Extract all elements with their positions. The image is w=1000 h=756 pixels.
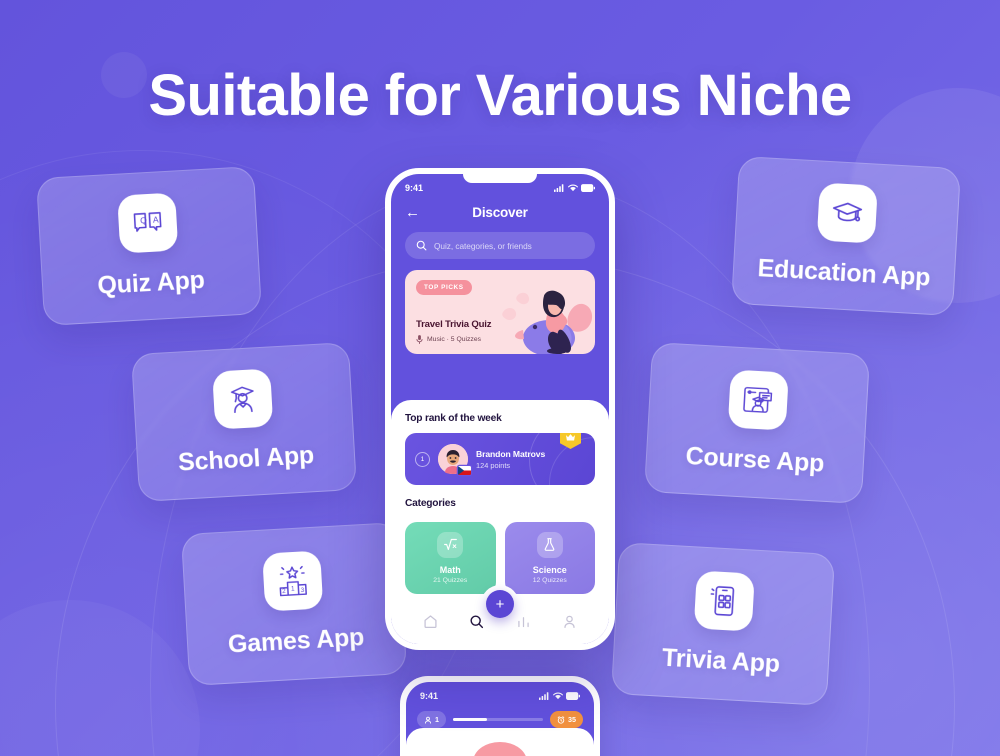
- category-name: Math: [439, 564, 461, 575]
- categories-list: Math 21 Quizzes Science 12 Quizzes: [405, 522, 595, 594]
- timer-badge: 35: [550, 711, 583, 728]
- phone-screen: 9:41 ← Discover Quiz, categories, or fri…: [391, 174, 609, 644]
- quiz-question-sheet: [406, 728, 594, 756]
- rank-position: 1: [415, 451, 430, 467]
- niche-label: Trivia App: [661, 643, 781, 679]
- page-title: Suitable for Various Niche: [148, 63, 852, 128]
- phone-mockup-quiz-play: 9:41 1 35: [400, 676, 600, 756]
- svg-text:Q: Q: [140, 215, 148, 225]
- graduate-student-icon: [212, 368, 274, 430]
- niche-label: Education App: [756, 254, 932, 292]
- square-root-icon: [437, 531, 464, 558]
- content-sheet: Top rank of the week 1 Brandon Matrovs 1…: [391, 400, 609, 644]
- status-time: 9:41: [405, 183, 424, 193]
- add-quiz-button[interactable]: +: [486, 590, 514, 618]
- niche-card-education[interactable]: Education App: [731, 155, 961, 317]
- niche-card-school[interactable]: School App: [131, 342, 357, 502]
- avatar: [438, 444, 471, 475]
- svg-text:3: 3: [301, 587, 305, 594]
- niche-card-course[interactable]: Course App: [643, 342, 871, 504]
- svg-text:2: 2: [282, 588, 286, 595]
- screen-title: Discover: [472, 204, 528, 220]
- czech-flag-icon: [458, 466, 471, 475]
- flask-icon: [536, 531, 563, 558]
- status-badge: TOP PICKS: [416, 280, 472, 295]
- wifi-icon: [553, 692, 563, 700]
- rank-section-title: Top rank of the week: [405, 413, 502, 424]
- phone-screen: 9:41 1 35: [406, 682, 594, 756]
- banner-illustration: [502, 290, 593, 354]
- phone-notch: [463, 174, 537, 183]
- nav-row: ← Discover: [391, 196, 609, 222]
- banner-meta: Music · 5 Quizzes: [416, 335, 481, 344]
- svg-text:1: 1: [291, 585, 295, 592]
- svg-text:A: A: [153, 214, 160, 224]
- category-name: Science: [532, 564, 567, 575]
- microphone-icon: [416, 335, 423, 344]
- players-count: 1: [435, 715, 439, 724]
- niche-card-quiz[interactable]: Q A Quiz App: [36, 166, 262, 326]
- niche-label: Games App: [227, 623, 365, 659]
- search-input[interactable]: Quiz, categories, or friends: [405, 232, 595, 259]
- person-icon: [425, 716, 431, 724]
- category-card-math[interactable]: Math 21 Quizzes: [405, 522, 496, 594]
- tab-profile[interactable]: [562, 614, 577, 634]
- alarm-icon: [557, 715, 565, 724]
- niche-label: School App: [177, 441, 315, 477]
- wifi-icon: [568, 184, 578, 192]
- status-bar: 9:41: [406, 682, 594, 704]
- battery-icon: [566, 692, 580, 700]
- categories-section-title: Categories: [405, 498, 456, 509]
- phone-mockup-discover: 9:41 ← Discover Quiz, categories, or fri…: [385, 168, 615, 650]
- mobile-quiz-icon: [693, 570, 755, 632]
- category-quizzes: 21 Quizzes: [433, 577, 468, 585]
- search-icon: [416, 240, 427, 251]
- search-placeholder: Quiz, categories, or friends: [434, 240, 532, 251]
- category-card-science[interactable]: Science 12 Quizzes: [504, 522, 595, 594]
- top-picks-banner[interactable]: TOP PICKS Travel Trivia Quiz Music · 5 Q…: [405, 270, 595, 354]
- online-lesson-icon: [727, 369, 789, 431]
- quiz-play-header: 1 35: [406, 711, 594, 728]
- battery-icon: [581, 184, 595, 192]
- niche-label: Quiz App: [96, 265, 206, 300]
- rank-card[interactable]: 1 Brandon Matrovs 124 points: [405, 433, 595, 485]
- signal-bars-icon: [554, 184, 564, 192]
- banner-title: Travel Trivia Quiz: [416, 319, 492, 330]
- podium-star-icon: 2 1 3: [262, 550, 324, 612]
- graduation-cap-icon: [816, 182, 878, 244]
- question-illustration: [473, 742, 527, 756]
- banner-meta-text: Music · 5 Quizzes: [427, 336, 482, 343]
- players-count-badge: 1: [417, 711, 446, 728]
- tab-search[interactable]: [469, 614, 484, 634]
- signal-bars-icon: [539, 692, 549, 700]
- status-time: 9:41: [420, 691, 439, 701]
- timer-value: 35: [568, 715, 576, 724]
- niche-card-trivia[interactable]: Trivia App: [610, 542, 836, 706]
- category-quizzes: 12 Quizzes: [532, 577, 567, 585]
- tab-home[interactable]: [423, 614, 438, 634]
- quiz-progress-bar: [453, 717, 543, 722]
- niche-label: Course App: [684, 442, 825, 478]
- tab-stats[interactable]: [516, 614, 531, 634]
- qa-speech-bubbles-icon: Q A: [117, 192, 179, 254]
- niche-card-games[interactable]: 2 1 3 Games App: [180, 522, 408, 686]
